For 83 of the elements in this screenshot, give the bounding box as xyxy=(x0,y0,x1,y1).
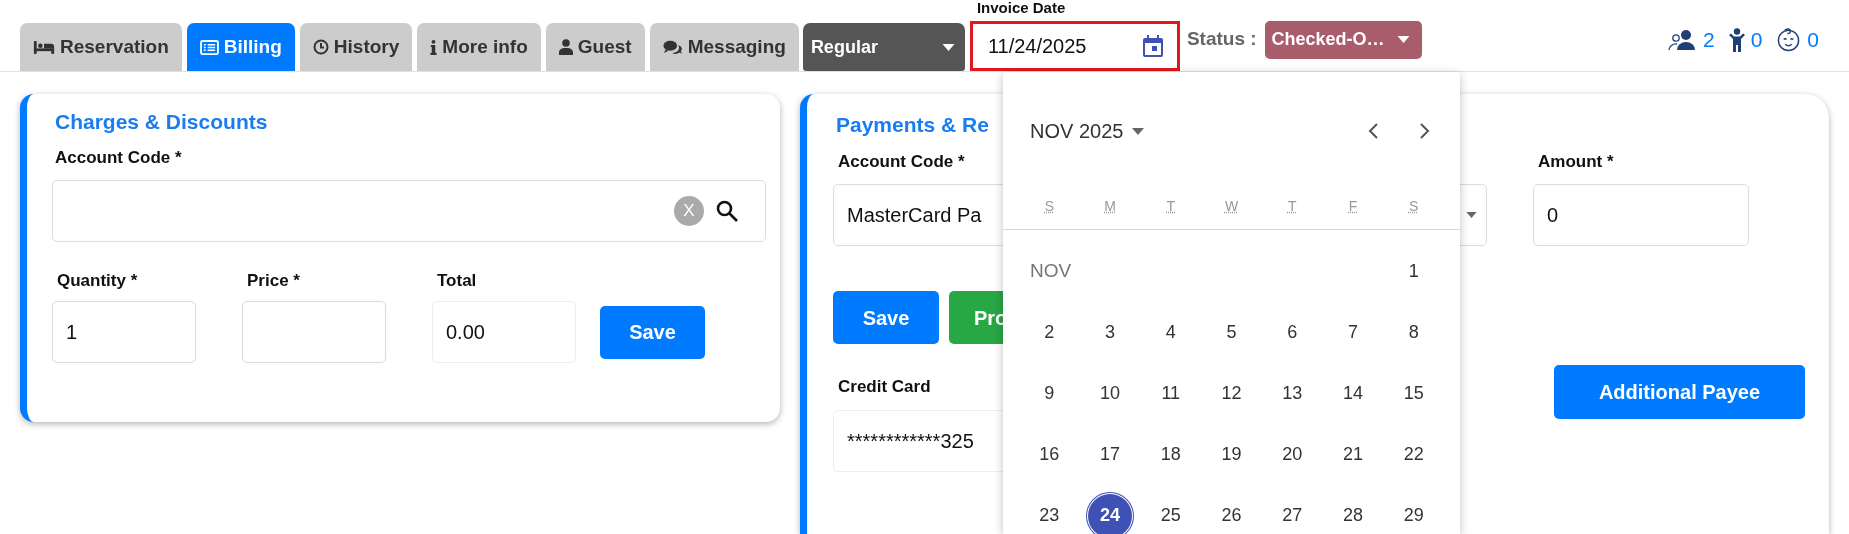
calendar-day[interactable]: 3 xyxy=(1088,310,1133,355)
calendar-day[interactable]: 16 xyxy=(1027,432,1072,477)
calendar-day[interactable]: 24 xyxy=(1088,493,1133,534)
calendar-day[interactable]: 7 xyxy=(1330,310,1375,355)
user-icon xyxy=(558,39,573,55)
people-icon xyxy=(1666,28,1697,51)
calendar-day[interactable]: 19 xyxy=(1209,432,1254,477)
calendar-day[interactable]: 10 xyxy=(1088,371,1133,416)
caret-icon xyxy=(1131,127,1146,135)
info-icon xyxy=(430,38,438,56)
tab[interactable]: Guest xyxy=(545,23,645,71)
input-field[interactable]: 0 xyxy=(1533,184,1749,246)
calendar-day[interactable]: 2 xyxy=(1027,310,1072,355)
field-label: Quantity * xyxy=(57,270,138,292)
calendar-day[interactable]: 27 xyxy=(1270,493,1315,534)
field-label: Credit Card xyxy=(838,376,931,398)
tab[interactable]: Reservation xyxy=(20,23,182,71)
field-label: Amount * xyxy=(1538,150,1614,173)
save-button[interactable]: Save xyxy=(600,305,705,359)
calendar-day[interactable]: 12 xyxy=(1209,371,1254,416)
status-label: Status : xyxy=(1186,27,1257,52)
calendar-day[interactable]: 21 xyxy=(1330,432,1375,477)
status-dropdown[interactable]: Checked-O… xyxy=(1264,20,1422,59)
previous-month-button[interactable] xyxy=(1368,123,1378,139)
save-button[interactable]: Save xyxy=(833,291,939,344)
baby-face-icon xyxy=(1776,27,1802,52)
weekday-label: M xyxy=(1104,197,1116,216)
card-title: Payments & Re xyxy=(836,112,989,138)
card-title: Charges & Discounts xyxy=(55,109,268,135)
calendar-day[interactable]: 17 xyxy=(1088,432,1133,477)
input-field[interactable]: 0.00 xyxy=(432,300,576,363)
calendar-day[interactable]: 15 xyxy=(1391,371,1436,416)
weekday-label: W xyxy=(1224,197,1239,216)
rate-dropdown[interactable]: Regular xyxy=(802,23,965,71)
calendar-day[interactable]: 29 xyxy=(1391,493,1436,534)
calendar-day[interactable]: 14 xyxy=(1330,371,1375,416)
child-icon xyxy=(1728,27,1745,52)
date-field[interactable]: 11/24/2025 xyxy=(969,21,1180,71)
calendar-day[interactable]: 9 xyxy=(1027,371,1072,416)
calendar-day[interactable]: 6 xyxy=(1270,310,1315,355)
chat-icon xyxy=(662,39,683,55)
calendar-day[interactable]: 25 xyxy=(1148,493,1193,534)
search-icon[interactable] xyxy=(716,200,738,222)
calendar-day[interactable]: 22 xyxy=(1391,432,1436,477)
guest-count: 0 xyxy=(1807,26,1819,53)
calendar-icon xyxy=(1142,35,1163,57)
field-label: Account Code * xyxy=(838,150,965,173)
calendar-day[interactable]: 20 xyxy=(1270,432,1315,477)
input-field[interactable]: 1 xyxy=(52,300,196,363)
calendar-day[interactable]: 1 xyxy=(1391,249,1436,294)
calendar-day[interactable]: 23 xyxy=(1027,493,1072,534)
guest-count: 2 xyxy=(1702,26,1715,53)
weekday-label: T xyxy=(1287,197,1297,216)
weekday-label: S xyxy=(1408,197,1419,216)
tab[interactable]: Messaging xyxy=(649,23,799,71)
calendar-day[interactable]: 13 xyxy=(1270,371,1315,416)
tab[interactable]: Billing xyxy=(186,23,295,71)
calendar-day[interactable]: 4 xyxy=(1148,310,1193,355)
next-month-button[interactable] xyxy=(1420,123,1430,139)
month-label: NOV xyxy=(1030,259,1072,284)
input-field[interactable] xyxy=(242,300,386,363)
guest-count: 0 xyxy=(1750,26,1763,53)
weekday-label: T xyxy=(1166,197,1176,216)
tab[interactable]: More info xyxy=(417,23,541,71)
calendar-day[interactable]: 28 xyxy=(1330,493,1375,534)
calendar-day[interactable]: 26 xyxy=(1209,493,1254,534)
weekday-label: S xyxy=(1044,197,1054,216)
caret-icon xyxy=(941,43,957,51)
field-label: Price * xyxy=(247,270,300,292)
tab[interactable]: History xyxy=(299,23,413,71)
additional-payee-button[interactable]: Additional Payee xyxy=(1554,365,1805,419)
month-year-button[interactable]: NOV 2025 xyxy=(1030,116,1146,146)
field-label: Account Code * xyxy=(55,146,182,169)
list-icon xyxy=(199,39,219,55)
calendar-day[interactable]: 18 xyxy=(1148,432,1193,477)
clock-icon xyxy=(312,39,329,55)
bed-icon xyxy=(33,39,55,55)
field-label: Total xyxy=(437,270,477,292)
field-label: Invoice Date xyxy=(976,0,1066,17)
calendar-day[interactable]: 11 xyxy=(1148,371,1193,416)
calendar-day[interactable]: 5 xyxy=(1209,310,1254,355)
calendar-day[interactable]: 8 xyxy=(1391,310,1436,355)
weekday-label: F xyxy=(1348,197,1358,216)
